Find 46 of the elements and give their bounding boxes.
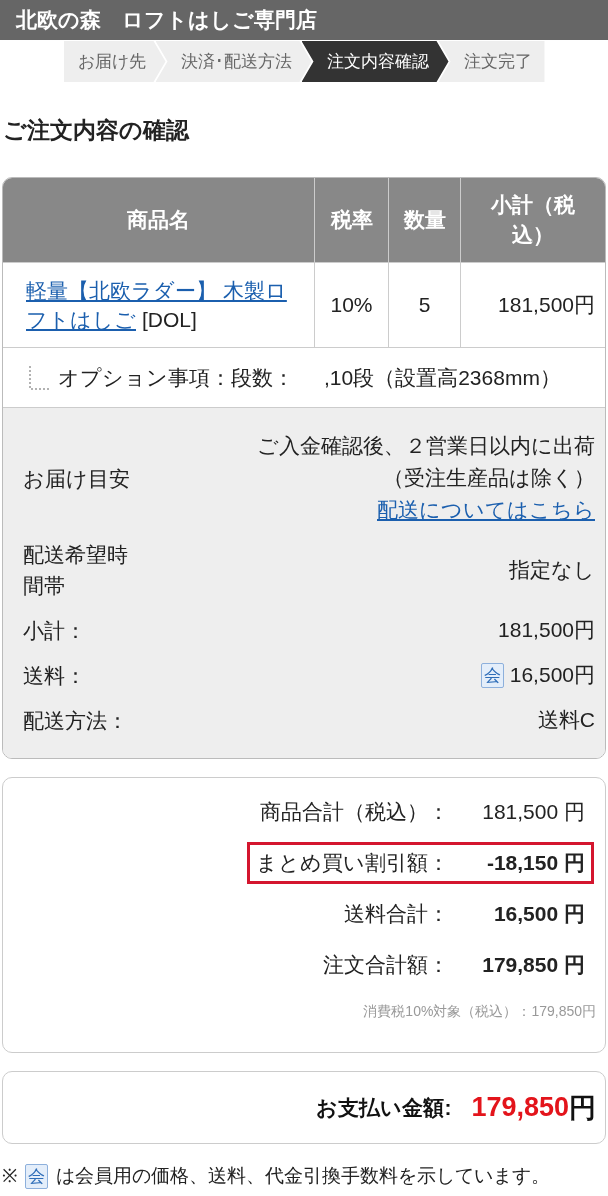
delivery-note: ご入金確認後、２営業日以内に出荷 [257, 433, 595, 459]
field-label: 送料： [23, 662, 87, 689]
field-value: 指定なし [509, 557, 595, 583]
column-header: 商品名 [3, 178, 315, 262]
option-value: ,10段（設置高2368mm） [324, 364, 561, 391]
delivery-note: （受注生産品は除く） [383, 465, 595, 491]
field-label: 小計： [23, 617, 87, 644]
checkout-step: 決済･配送方法 [155, 41, 312, 82]
dotted-corner-icon [29, 365, 49, 390]
delivery-info-link[interactable]: 配送についてはこちら [377, 494, 595, 526]
currency-unit: 円 [569, 1091, 596, 1125]
product-link[interactable]: 軽量【北欧ラダー】 木製ロ [26, 276, 287, 305]
summary-label: 注文合計額： [323, 952, 449, 978]
tax-note: 消費税10%対象（税込）：179,850円 [363, 1002, 596, 1021]
summary-value: 181,500 円 [481, 799, 585, 825]
field-value: 送料C [537, 707, 595, 733]
payment-label: お支払い金額: [316, 1094, 452, 1121]
summary-label: 送料合計： [344, 901, 449, 927]
summary-label: まとめ買い割引額： [256, 850, 449, 876]
product-link[interactable]: フトはしご [26, 305, 136, 334]
note-symbol: ※ [2, 1164, 17, 1188]
product-code: [DOL] [142, 307, 197, 333]
summary-label: 商品合計（税込）： [260, 799, 449, 825]
summary-value: 16,500 円 [492, 901, 585, 927]
column-header: 数量 [389, 178, 461, 262]
field-label: 配送方法： [23, 707, 129, 734]
shop-title: 北欧の森 ロフトはしご専門店 [16, 7, 317, 33]
member-price-mark: 会 [480, 662, 504, 688]
summary-value: 179,850 円 [481, 952, 585, 978]
page-title: ご注文内容の確認 [3, 116, 189, 145]
checkout-step: 注文完了 [438, 41, 545, 82]
field-value: 16,500円 [509, 662, 595, 688]
member-price-mark: 会 [25, 1163, 48, 1189]
payment-amount: 179,850 [471, 1092, 569, 1123]
checkout-step: お届け先 [63, 41, 166, 82]
field-value: 181,500円 [498, 617, 595, 643]
table-cell: 10% [315, 262, 389, 347]
option-label: オプション事項：段数： [58, 364, 294, 391]
field-label: 配送希望時間帯 [23, 542, 129, 599]
field-label: お届け目安 [23, 465, 131, 492]
checkout-step: 注文内容確認 [301, 41, 449, 82]
footnote-text: は会員用の価格、送料、代金引換手数料を示しています。 [56, 1164, 550, 1188]
summary-value: -18,150 円 [485, 850, 585, 876]
table-cell: 5 [389, 262, 461, 347]
column-header: 税率 [315, 178, 389, 262]
column-header: 小計（税込） [461, 178, 605, 262]
